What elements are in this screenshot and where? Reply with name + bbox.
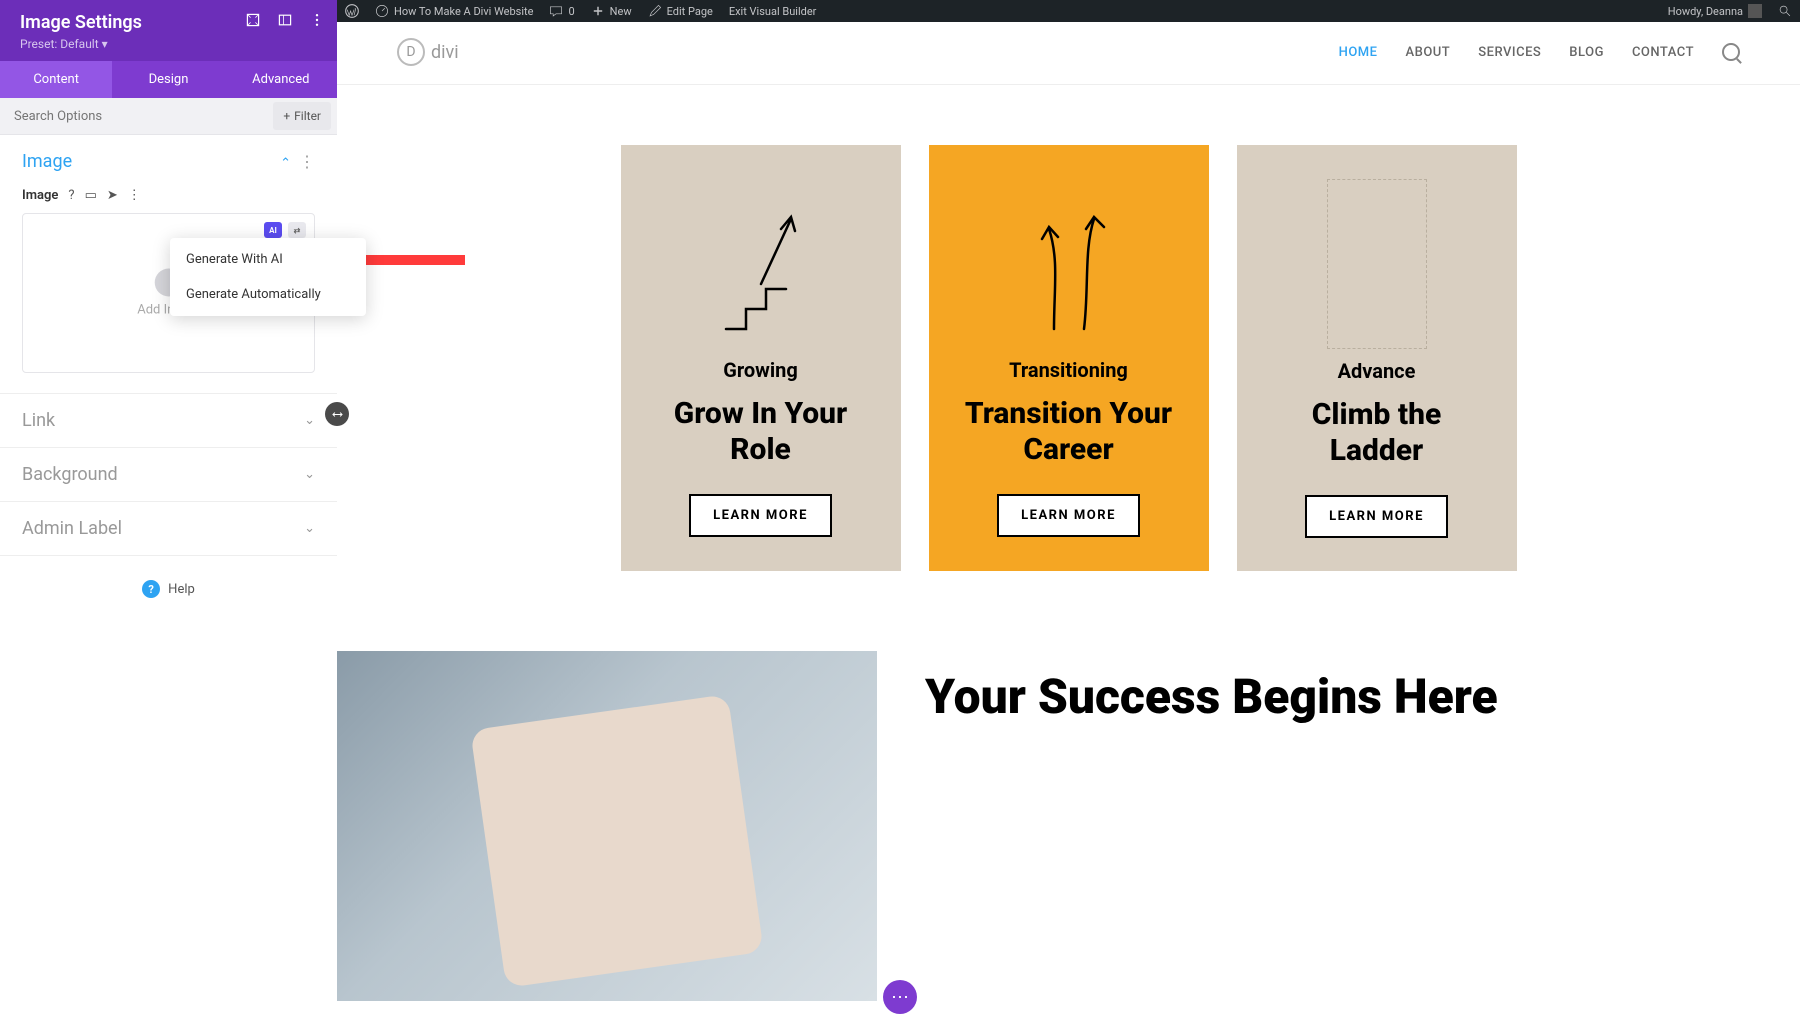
generate-with-ai-item[interactable]: Generate With AI: [170, 242, 366, 277]
search-icon: [1778, 4, 1792, 18]
pencil-icon: [648, 4, 662, 18]
search-icon[interactable]: [1722, 43, 1740, 61]
hero-image: [337, 651, 877, 1001]
card-transitioning: Transitioning Transition Your Career LEA…: [929, 145, 1209, 571]
howdy-link[interactable]: Howdy, Deanna: [1660, 0, 1770, 22]
image-placeholder: [1327, 179, 1427, 349]
card-title: Grow In Your Role: [649, 396, 873, 468]
wp-admin-bar: How To Make A Divi Website 0 New Edit Pa…: [337, 0, 1800, 22]
nav-blog[interactable]: BLOG: [1569, 45, 1604, 60]
learn-more-button[interactable]: LEARN MORE: [997, 494, 1140, 537]
sidebar-header: Image Settings Preset: Default ▾: [0, 0, 337, 61]
wordpress-icon: [345, 4, 359, 18]
card-subtitle: Transitioning: [1009, 358, 1128, 382]
card-title: Climb the Ladder: [1265, 397, 1489, 469]
settings-badge-icon[interactable]: ⇄: [288, 222, 306, 238]
section-image-header[interactable]: Image ⌃⋮: [0, 135, 337, 188]
tablet-icon[interactable]: ▭: [85, 188, 97, 203]
nav-about[interactable]: ABOUT: [1406, 45, 1451, 60]
more-icon[interactable]: ⋮: [299, 152, 315, 171]
chevron-down-icon: ⌄: [304, 413, 315, 428]
main-nav: HOME ABOUT SERVICES BLOG CONTACT: [1339, 43, 1740, 61]
help-icon: ?: [142, 580, 160, 598]
logo-icon: D: [397, 38, 425, 66]
nav-services[interactable]: SERVICES: [1478, 45, 1541, 60]
help-icon[interactable]: ?: [68, 188, 74, 203]
card-subtitle: Advance: [1338, 359, 1416, 383]
nav-contact[interactable]: CONTACT: [1632, 45, 1694, 60]
dashboard-icon: [375, 4, 389, 18]
more-icon[interactable]: [309, 12, 325, 28]
hover-icon[interactable]: ➤: [107, 188, 118, 203]
settings-tabs: Content Design Advanced: [0, 61, 337, 98]
plus-icon: [591, 4, 605, 18]
new-link[interactable]: New: [583, 0, 640, 22]
preset-dropdown[interactable]: Preset: Default ▾: [20, 37, 317, 51]
sidebar-resize-handle[interactable]: [325, 402, 349, 426]
section-background-header[interactable]: Background ⌄: [0, 448, 337, 501]
help-link[interactable]: ? Help: [0, 556, 337, 622]
section-link-header[interactable]: Link ⌄: [0, 394, 337, 447]
search-row: +Filter: [0, 98, 337, 135]
card-growing: Growing Grow In Your Role LEARN MORE: [621, 145, 901, 571]
tab-content[interactable]: Content: [0, 61, 112, 98]
learn-more-button[interactable]: LEARN MORE: [1305, 495, 1448, 538]
section-admin-label-header[interactable]: Admin Label ⌄: [0, 502, 337, 555]
filter-button[interactable]: +Filter: [273, 102, 331, 130]
search-input[interactable]: [0, 99, 267, 134]
double-arrow-icon: [1014, 179, 1124, 348]
plus-icon: +: [283, 109, 290, 123]
chevron-up-icon: ⌃: [280, 156, 291, 171]
nav-home[interactable]: HOME: [1339, 45, 1378, 60]
panel-icon[interactable]: [277, 12, 293, 28]
more-icon[interactable]: ⋮: [128, 188, 141, 203]
card-advance: Advance Climb the Ladder LEARN MORE: [1237, 145, 1517, 571]
tab-design[interactable]: Design: [112, 61, 224, 98]
stairs-arrow-icon: [706, 179, 816, 348]
site-name-link[interactable]: How To Make A Divi Website: [367, 0, 541, 22]
dots-icon: ⋯: [891, 987, 909, 1008]
hero-title: Your Success Begins Here: [925, 669, 1498, 724]
settings-sidebar: Image Settings Preset: Default ▾ Content…: [0, 0, 337, 1034]
cards-row: Growing Grow In Your Role LEARN MORE Tra…: [337, 85, 1800, 651]
tab-advanced[interactable]: Advanced: [225, 61, 337, 98]
comment-icon: [549, 4, 563, 18]
card-subtitle: Growing: [723, 358, 798, 382]
field-label: Image: [22, 188, 58, 203]
site-header: D divi HOME ABOUT SERVICES BLOG CONTACT: [337, 22, 1800, 85]
builder-fab[interactable]: ⋯: [883, 980, 917, 1014]
ai-badge-icon[interactable]: AI: [264, 222, 282, 238]
site-logo[interactable]: D divi: [397, 38, 459, 66]
wp-logo[interactable]: [337, 0, 367, 22]
learn-more-button[interactable]: LEARN MORE: [689, 494, 832, 537]
page-preview: D divi HOME ABOUT SERVICES BLOG CONTACT …: [337, 22, 1800, 1034]
ai-context-menu: Generate With AI Generate Automatically: [170, 238, 366, 316]
avatar: [1748, 4, 1762, 18]
chevron-down-icon: ⌄: [304, 467, 315, 482]
chevron-down-icon: ⌄: [304, 521, 315, 536]
resize-icon: [331, 408, 344, 421]
expand-icon[interactable]: [245, 12, 261, 28]
edit-page-link[interactable]: Edit Page: [640, 0, 721, 22]
hero-section: Your Success Begins Here: [337, 651, 1800, 1001]
exit-builder-link[interactable]: Exit Visual Builder: [721, 0, 825, 22]
generate-automatically-item[interactable]: Generate Automatically: [170, 277, 366, 312]
card-title: Transition Your Career: [957, 396, 1181, 468]
search-toggle[interactable]: [1770, 0, 1800, 22]
comments-link[interactable]: 0: [541, 0, 582, 22]
